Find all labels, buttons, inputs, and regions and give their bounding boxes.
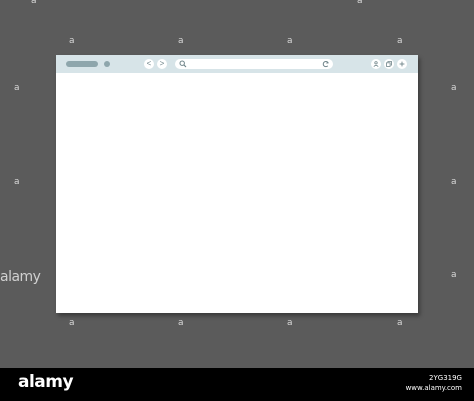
forward-button[interactable]: > xyxy=(157,59,167,69)
image-info: 2YG319G www.alamy.com xyxy=(406,373,462,393)
browser-window: < > xyxy=(56,55,418,313)
address-bar[interactable] xyxy=(175,59,333,69)
watermark-glyph: a xyxy=(69,36,75,46)
watermark-glyph: a xyxy=(287,36,293,46)
watermark-glyph: a xyxy=(178,36,184,46)
copy-icon xyxy=(386,61,392,67)
watermark-side-logo: alamy xyxy=(0,269,41,285)
watermark-glyph: a xyxy=(14,177,20,187)
watermark-glyph: a xyxy=(31,0,37,6)
watermark-glyph: a xyxy=(287,318,293,328)
watermark-glyph: a xyxy=(451,177,457,187)
tab-indicator-dot xyxy=(104,61,110,67)
tab-title-placeholder xyxy=(66,61,98,67)
back-button[interactable]: < xyxy=(144,59,154,69)
watermark-glyph: a xyxy=(397,36,403,46)
forward-icon: > xyxy=(159,59,165,68)
watermark-glyph: a xyxy=(178,318,184,328)
image-id: 2YG319G xyxy=(429,374,462,382)
watermark-glyph: a xyxy=(14,83,20,93)
new-tab-button[interactable] xyxy=(397,59,407,69)
watermark-glyph: a xyxy=(397,318,403,328)
plus-icon xyxy=(399,61,405,67)
watermark-glyph: a xyxy=(357,0,363,6)
reload-icon[interactable] xyxy=(322,60,330,68)
user-icon xyxy=(373,61,379,67)
alamy-logo: alamy xyxy=(18,372,74,392)
profile-button[interactable] xyxy=(371,59,381,69)
stock-footer: alamy 2YG319G www.alamy.com xyxy=(0,368,474,401)
search-icon xyxy=(179,60,187,68)
page-content-area xyxy=(56,73,418,313)
site-url: www.alamy.com xyxy=(405,384,462,392)
watermark-glyph: a xyxy=(451,83,457,93)
back-icon: < xyxy=(146,59,152,68)
watermark-glyph: a xyxy=(451,270,457,280)
watermark-glyph: a xyxy=(69,318,75,328)
browser-toolbar: < > xyxy=(56,55,418,73)
tabs-button[interactable] xyxy=(384,59,394,69)
